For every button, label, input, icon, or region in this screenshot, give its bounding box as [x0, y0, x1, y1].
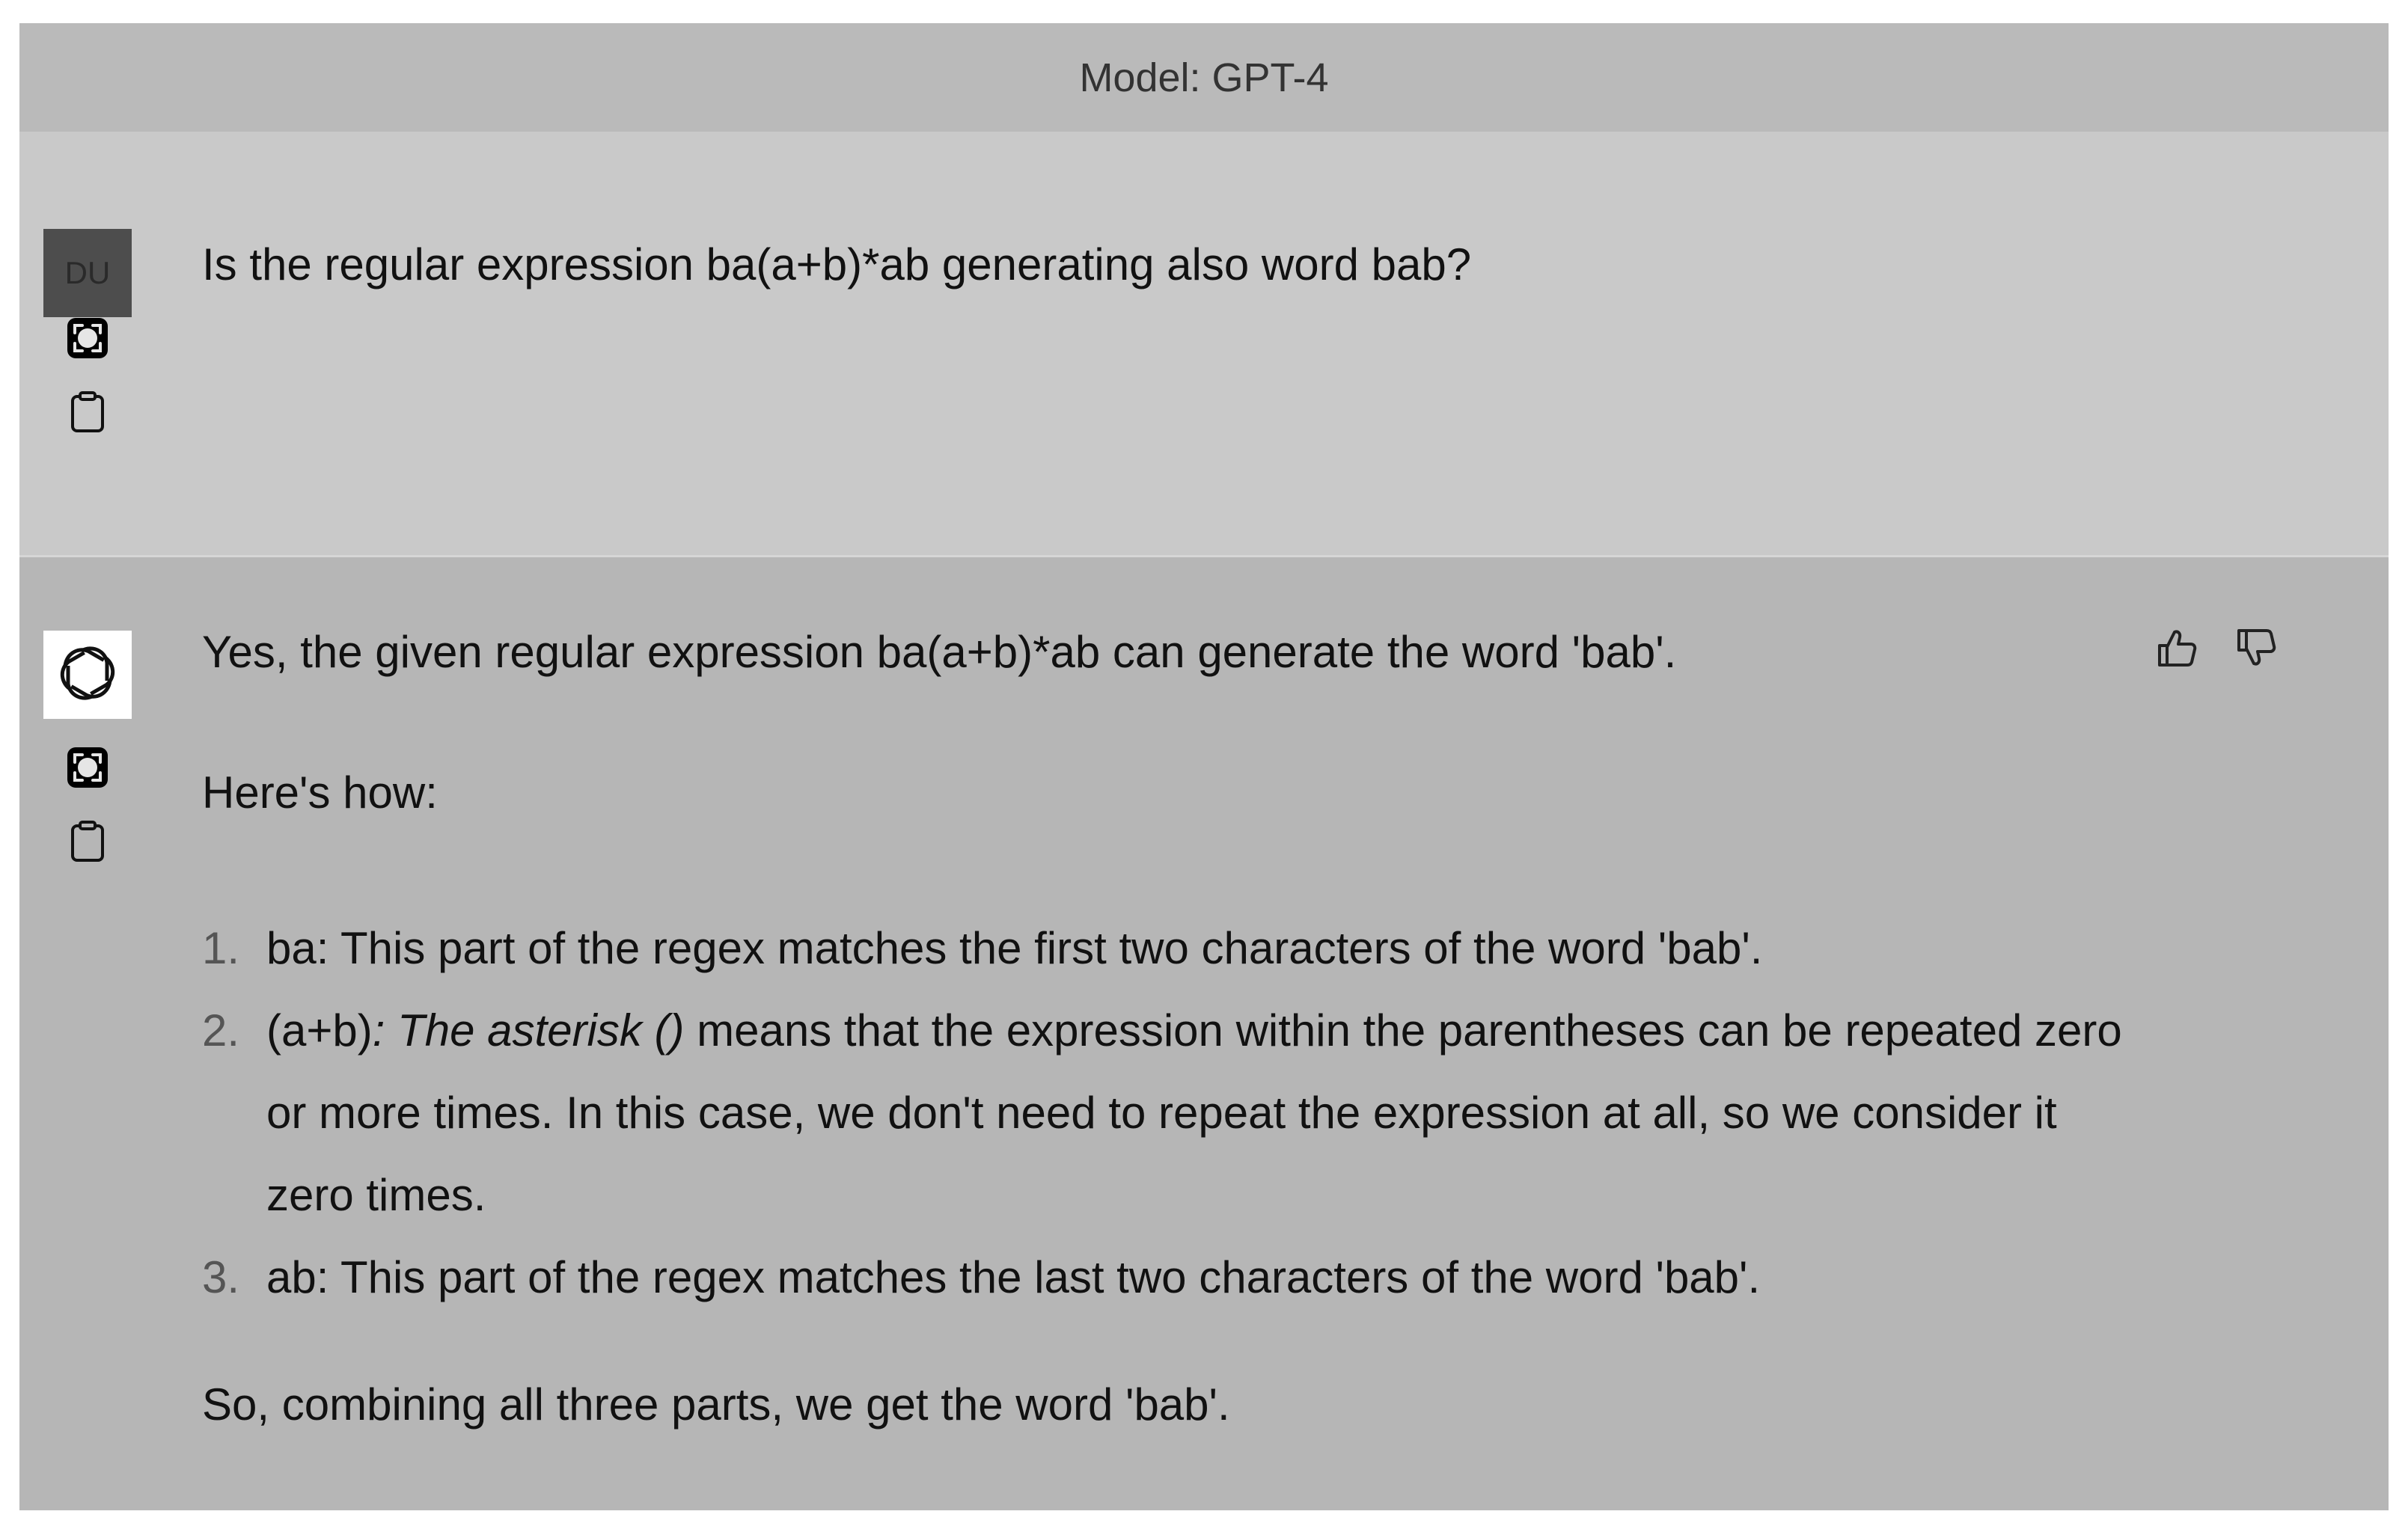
assistant-conclusion: So, combining all three parts, we get th… — [202, 1379, 1230, 1430]
model-header: Model: GPT-4 — [19, 23, 2389, 134]
screenshot-capture-icon[interactable] — [66, 316, 109, 360]
clipboard-icon[interactable] — [66, 820, 109, 863]
assistant-intro: Yes, the given regular expression ba(a+b… — [202, 627, 1677, 677]
list-item-number: 2. — [202, 1005, 240, 1055]
list-item: 2. (a+b): The asterisk () means that the… — [202, 990, 2148, 1237]
screenshot-capture-icon[interactable] — [66, 746, 109, 789]
user-message-text: Is the regular expression ba(a+b)*ab gen… — [202, 239, 1472, 289]
list-item-text: ab: This part of the regex matches the l… — [266, 1252, 1761, 1302]
user-message: DU Is the regular expression ba(a+b)*ab … — [19, 134, 2389, 557]
list-item-italic: : The asterisk () — [372, 1005, 685, 1055]
model-label: Model: GPT-4 — [1079, 55, 1329, 100]
user-avatar-initials: DU — [64, 255, 111, 290]
thumbs-down-icon[interactable] — [2233, 625, 2279, 671]
assistant-message-body: Yes, the given regular expression ba(a+b… — [202, 626, 2148, 1431]
steps-list: 1. ba: This part of the regex matches th… — [202, 907, 2148, 1319]
assistant-message: Yes, the given regular expression ba(a+b… — [19, 557, 2389, 1510]
list-item-prefix: (a+b) — [266, 1005, 373, 1055]
chat-window: Model: GPT-4 DU Is the regular expressio… — [19, 23, 2389, 1510]
list-item: 1. ba: This part of the regex matches th… — [202, 907, 2148, 990]
list-item-text: ba: This part of the regex matches the f… — [266, 923, 1763, 973]
clipboard-icon[interactable] — [66, 390, 109, 434]
list-item-number: 3. — [202, 1252, 240, 1302]
user-avatar: DU — [43, 229, 132, 317]
list-item: 3. ab: This part of the regex matches th… — [202, 1237, 2148, 1319]
list-item-text: (a+b): The asterisk () means that the ex… — [266, 990, 2148, 1237]
openai-logo-icon — [54, 640, 121, 711]
assistant-heres-how: Here's how: — [202, 768, 438, 818]
assistant-avatar — [43, 631, 132, 719]
list-item-number: 1. — [202, 923, 240, 973]
thumbs-up-icon[interactable] — [2154, 625, 2200, 671]
